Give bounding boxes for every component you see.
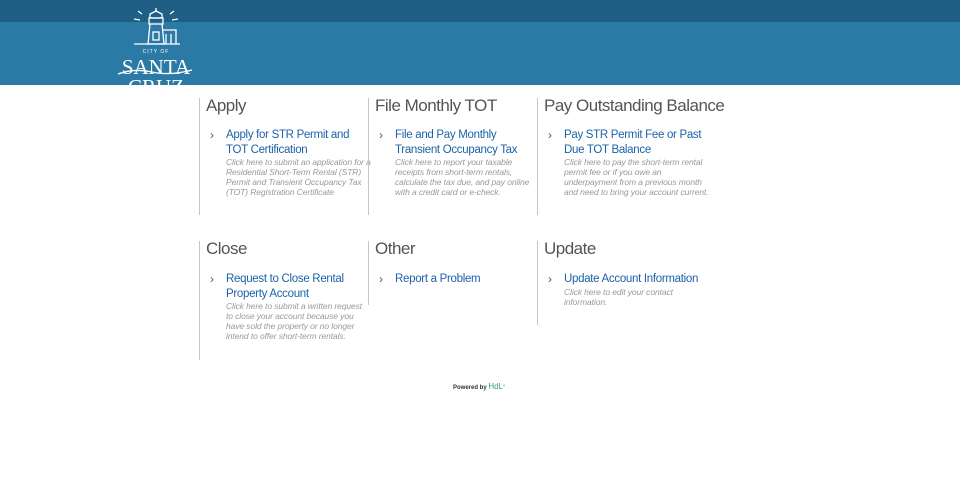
item-description: Click here to pay the short-term rental … — [564, 157, 709, 197]
hdl-mark-icon: ° — [503, 385, 506, 391]
city-logo[interactable]: CITY OF SANTA CRUZ — [104, 8, 208, 98]
section-title: Close — [206, 239, 247, 258]
item-description: Click here to submit a written request t… — [226, 301, 363, 341]
section-pay-outstanding: Pay Outstanding Balance › Pay STR Permit… — [537, 96, 725, 215]
powered-by-label: Powered by — [453, 385, 487, 391]
chevron-right-icon: › — [379, 128, 383, 142]
chevron-right-icon: › — [210, 272, 214, 286]
chevron-right-icon: › — [548, 272, 552, 286]
section-other: Other › Report a Problem — [368, 239, 540, 305]
section-title: Pay Outstanding Balance — [544, 96, 725, 115]
item-description: Click here to submit an application for … — [226, 157, 371, 197]
chevron-right-icon: › — [548, 128, 552, 142]
hdl-logo[interactable]: HdL — [488, 382, 503, 391]
wave-icon — [117, 69, 193, 75]
powered-by: Powered by HdL° — [453, 382, 505, 391]
section-title: Other — [375, 239, 416, 258]
section-update: Update › Update Account Information Clic… — [537, 239, 709, 325]
site-header: CITY OF SANTA CRUZ — [0, 0, 960, 98]
file-pay-tot-link[interactable]: File and Pay Monthly Transient Occupancy… — [395, 128, 540, 157]
update-account-link[interactable]: Update Account Information — [564, 272, 709, 287]
section-apply: Apply › Apply for STR Permit and TOT Cer… — [199, 96, 371, 215]
section-title: Update — [544, 239, 596, 258]
report-problem-link[interactable]: Report a Problem — [395, 272, 540, 287]
section-title: File Monthly TOT — [375, 96, 497, 115]
apply-permit-link[interactable]: Apply for STR Permit and TOT Certificati… — [226, 128, 371, 157]
section-file-monthly-tot: File Monthly TOT › File and Pay Monthly … — [368, 96, 540, 215]
pay-balance-link[interactable]: Pay STR Permit Fee or Past Due TOT Balan… — [564, 128, 709, 157]
section-title: Apply — [206, 96, 247, 115]
item-description: Click here to report your taxable receip… — [395, 157, 530, 197]
chevron-right-icon: › — [210, 128, 214, 142]
item-description: Click here to edit your contact informat… — [564, 287, 673, 307]
chevron-right-icon: › — [379, 272, 383, 286]
section-close: Close › Request to Close Rental Property… — [199, 239, 371, 360]
close-account-link[interactable]: Request to Close Rental Property Account — [226, 272, 371, 301]
